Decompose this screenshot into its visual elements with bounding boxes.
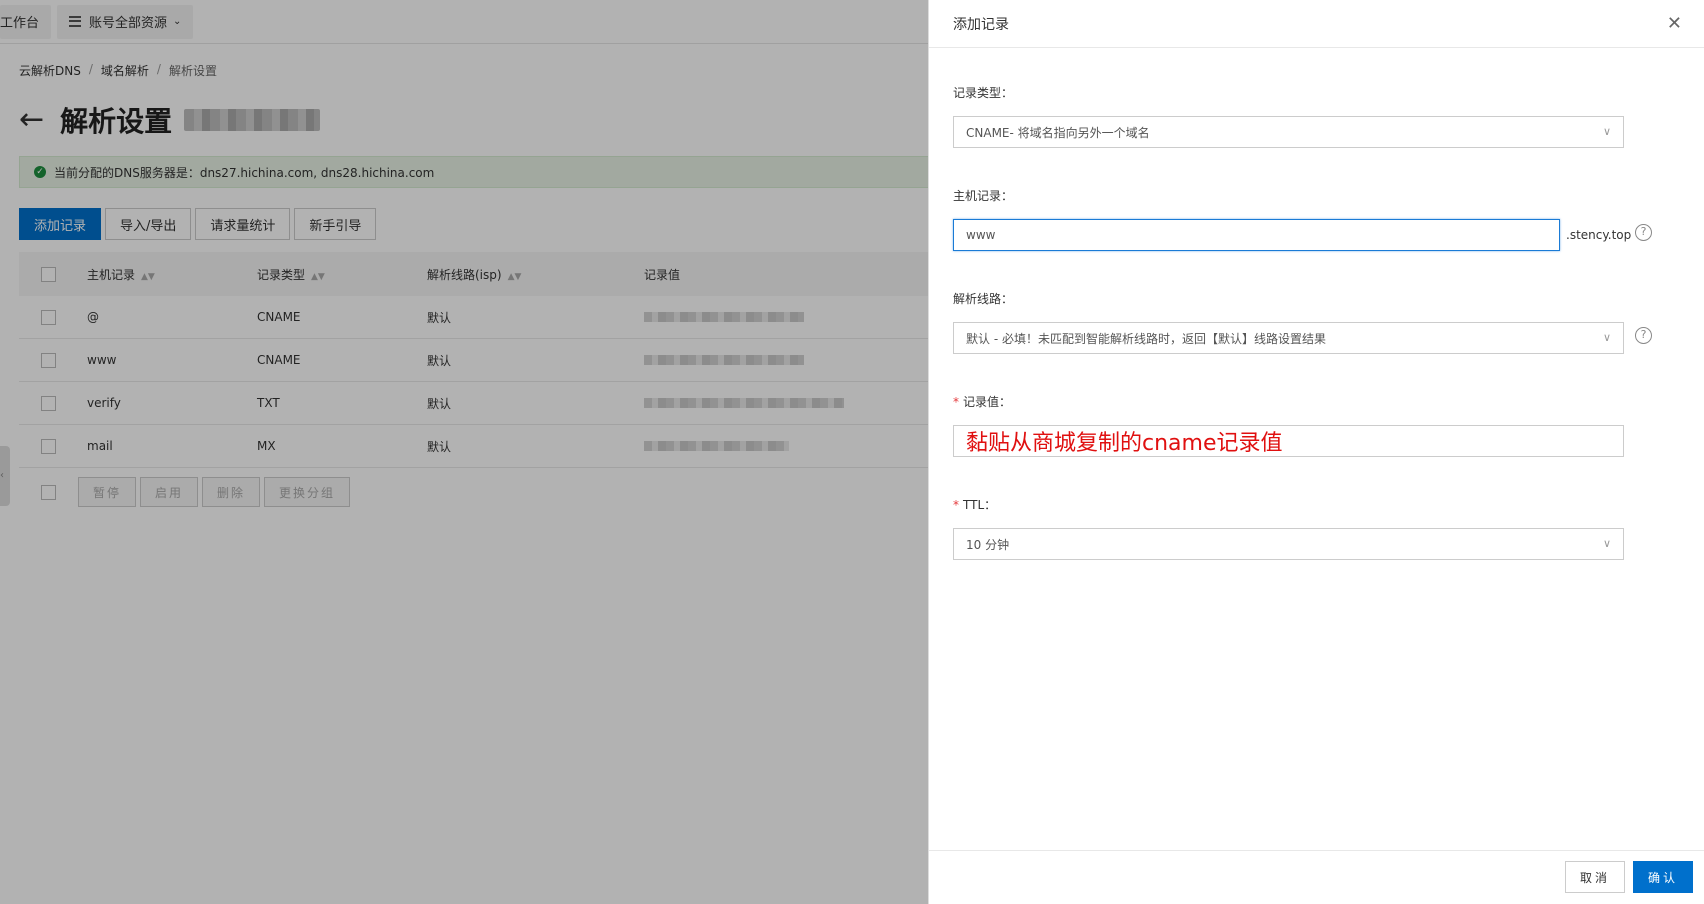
host-input[interactable]: www [953, 219, 1560, 251]
drawer-title: 添加记录 [953, 16, 1009, 33]
help-icon[interactable]: ? [1635, 327, 1652, 344]
record-type-value: CNAME- 将域名指向另外一个域名 [966, 125, 1150, 140]
ttl-label: * TTL： [953, 496, 996, 513]
host-input-value: www [966, 228, 996, 242]
domain-suffix: .stency.top [1566, 228, 1632, 242]
cancel-button[interactable]: 取消 [1564, 861, 1625, 893]
host-label: 主机记录： [953, 189, 1014, 203]
drawer-footer: 取消 确认 [929, 850, 1704, 904]
annotation-text: 黏贴从商城复制的cname记录值 [966, 431, 1283, 456]
record-type-label: 记录类型： [953, 86, 1014, 100]
required-mark: * [953, 498, 959, 512]
ttl-value: 10 分钟 [966, 537, 1010, 552]
confirm-button[interactable]: 确认 [1632, 861, 1693, 893]
modal-overlay[interactable] [0, 0, 928, 904]
close-icon[interactable]: ✕ [1667, 13, 1682, 34]
drawer-header: 添加记录 ✕ [929, 0, 1704, 48]
chevron-down-icon: ∨ [1602, 537, 1611, 550]
ttl-select[interactable]: 10 分钟 ∨ [953, 528, 1624, 560]
ttl-label-text: TTL： [963, 498, 997, 512]
record-type-select[interactable]: CNAME- 将域名指向另外一个域名 ∨ [953, 116, 1624, 148]
chevron-down-icon: ∨ [1602, 125, 1611, 138]
record-value-input[interactable]: 黏贴从商城复制的cname记录值 [953, 425, 1624, 457]
value-label-text: 记录值： [963, 395, 1012, 409]
add-record-drawer: 添加记录 ✕ 记录类型： CNAME- 将域名指向另外一个域名 ∨ 主机记录： … [928, 0, 1704, 904]
line-value: 默认 - 必填！未匹配到智能解析线路时，返回【默认】线路设置结果 [966, 331, 1326, 346]
line-label: 解析线路： [953, 292, 1014, 306]
help-icon[interactable]: ? [1635, 224, 1652, 241]
required-mark: * [953, 395, 959, 409]
chevron-down-icon: ∨ [1602, 331, 1611, 344]
line-select[interactable]: 默认 - 必填！未匹配到智能解析线路时，返回【默认】线路设置结果 ∨ [953, 322, 1624, 354]
value-label: * 记录值： [953, 393, 1011, 410]
